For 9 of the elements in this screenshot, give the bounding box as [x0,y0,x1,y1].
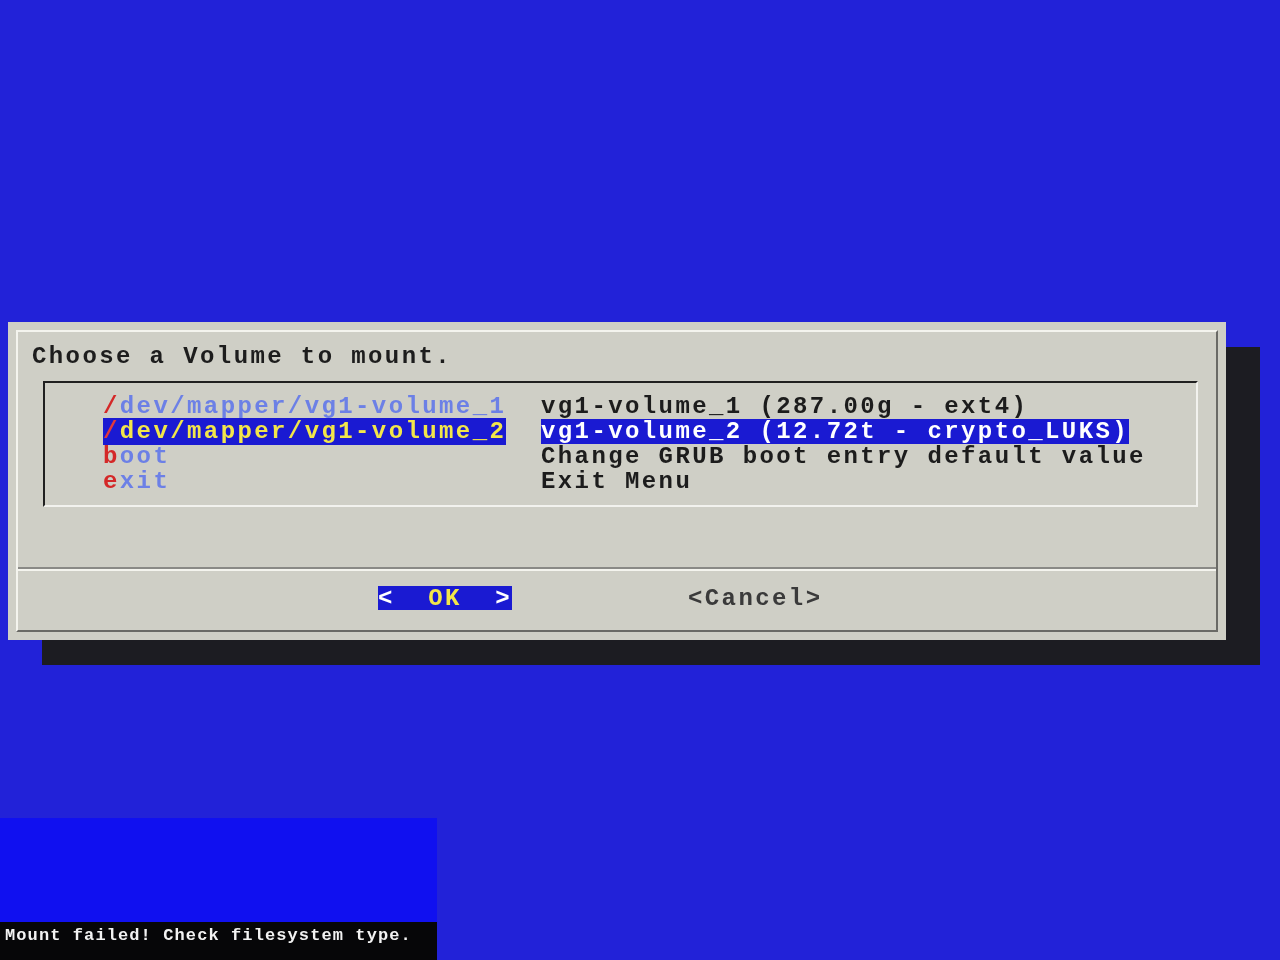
console-message: Mount failed! Check filesystem type. [0,922,437,960]
menu-item-description[interactable]: Change GRUB boot entry default value [541,444,1146,469]
menu-item-tag[interactable]: /dev/mapper/vg1-volume_2 [103,418,507,445]
menu-item-description[interactable]: vg1-volume_1 (287.00g - ext4) [541,394,1029,419]
menu-item-description[interactable]: vg1-volume_2 (12.72t - crypto_LUKS) [541,419,1130,444]
dialog-prompt: Choose a Volume to mount. [32,344,454,369]
dialog-button[interactable]: <Cancel> [688,586,822,610]
dialog-button[interactable]: < OK > [378,586,512,610]
menu-item-description[interactable]: Exit Menu [541,469,693,494]
